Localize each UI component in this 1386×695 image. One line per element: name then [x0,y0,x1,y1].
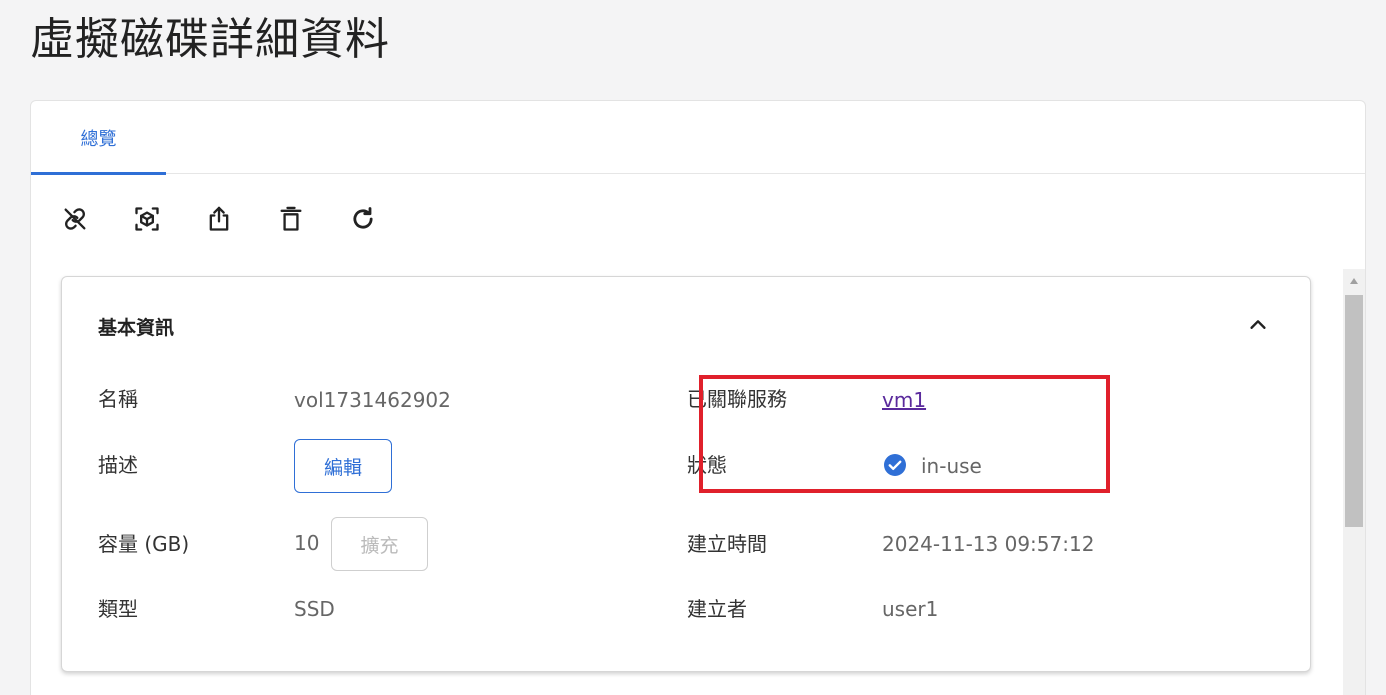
type-label: 類型 [98,597,138,621]
type-value: SSD [294,597,335,621]
snapshot-button[interactable] [125,197,169,241]
collapse-button[interactable] [1242,309,1274,341]
name-value: vol1731462902 [294,388,451,412]
scroll-up-arrow[interactable] [1343,269,1365,293]
tab-overview[interactable]: 總覽 [31,101,166,175]
creator-value: user1 [882,597,939,621]
trash-icon [280,206,302,231]
refresh-icon [353,207,373,229]
section-title: 基本資訊 [98,317,175,339]
page-title: 虛擬磁碟詳細資料 [30,14,390,65]
name-label: 名稱 [98,387,138,411]
capacity-label: 容量 (GB) [98,532,190,556]
capacity-value: 10 [294,531,320,555]
main-card: 總覽 基本資訊 名稱 vol1731462902 描述 編輯 容量 (GB) 1… [30,100,1366,695]
refresh-button[interactable] [341,197,385,241]
detach-button[interactable] [53,197,97,241]
share-button[interactable] [197,197,241,241]
description-label: 描述 [98,453,138,477]
basic-info-card: 基本資訊 名稱 vol1731462902 描述 編輯 容量 (GB) 10 擴… [61,276,1311,672]
expand-button[interactable]: 擴充 [331,517,428,571]
edit-button[interactable]: 編輯 [294,439,392,493]
snapshot-cube-icon [135,207,159,231]
scrollbar[interactable] [1343,269,1365,695]
created-time-value: 2024-11-13 09:57:12 [882,532,1095,556]
delete-button[interactable] [269,197,313,241]
highlight-box [699,375,1110,493]
creator-label: 建立者 [687,597,747,621]
created-time-label: 建立時間 [687,532,767,556]
scroll-thumb[interactable] [1345,295,1363,527]
unlink-icon [64,208,86,230]
chevron-up-icon [1250,320,1266,329]
share-upload-icon [209,206,229,231]
tab-bar: 總覽 [31,101,1365,175]
toolbar [53,197,385,241]
triangle-up-icon [1350,278,1358,284]
